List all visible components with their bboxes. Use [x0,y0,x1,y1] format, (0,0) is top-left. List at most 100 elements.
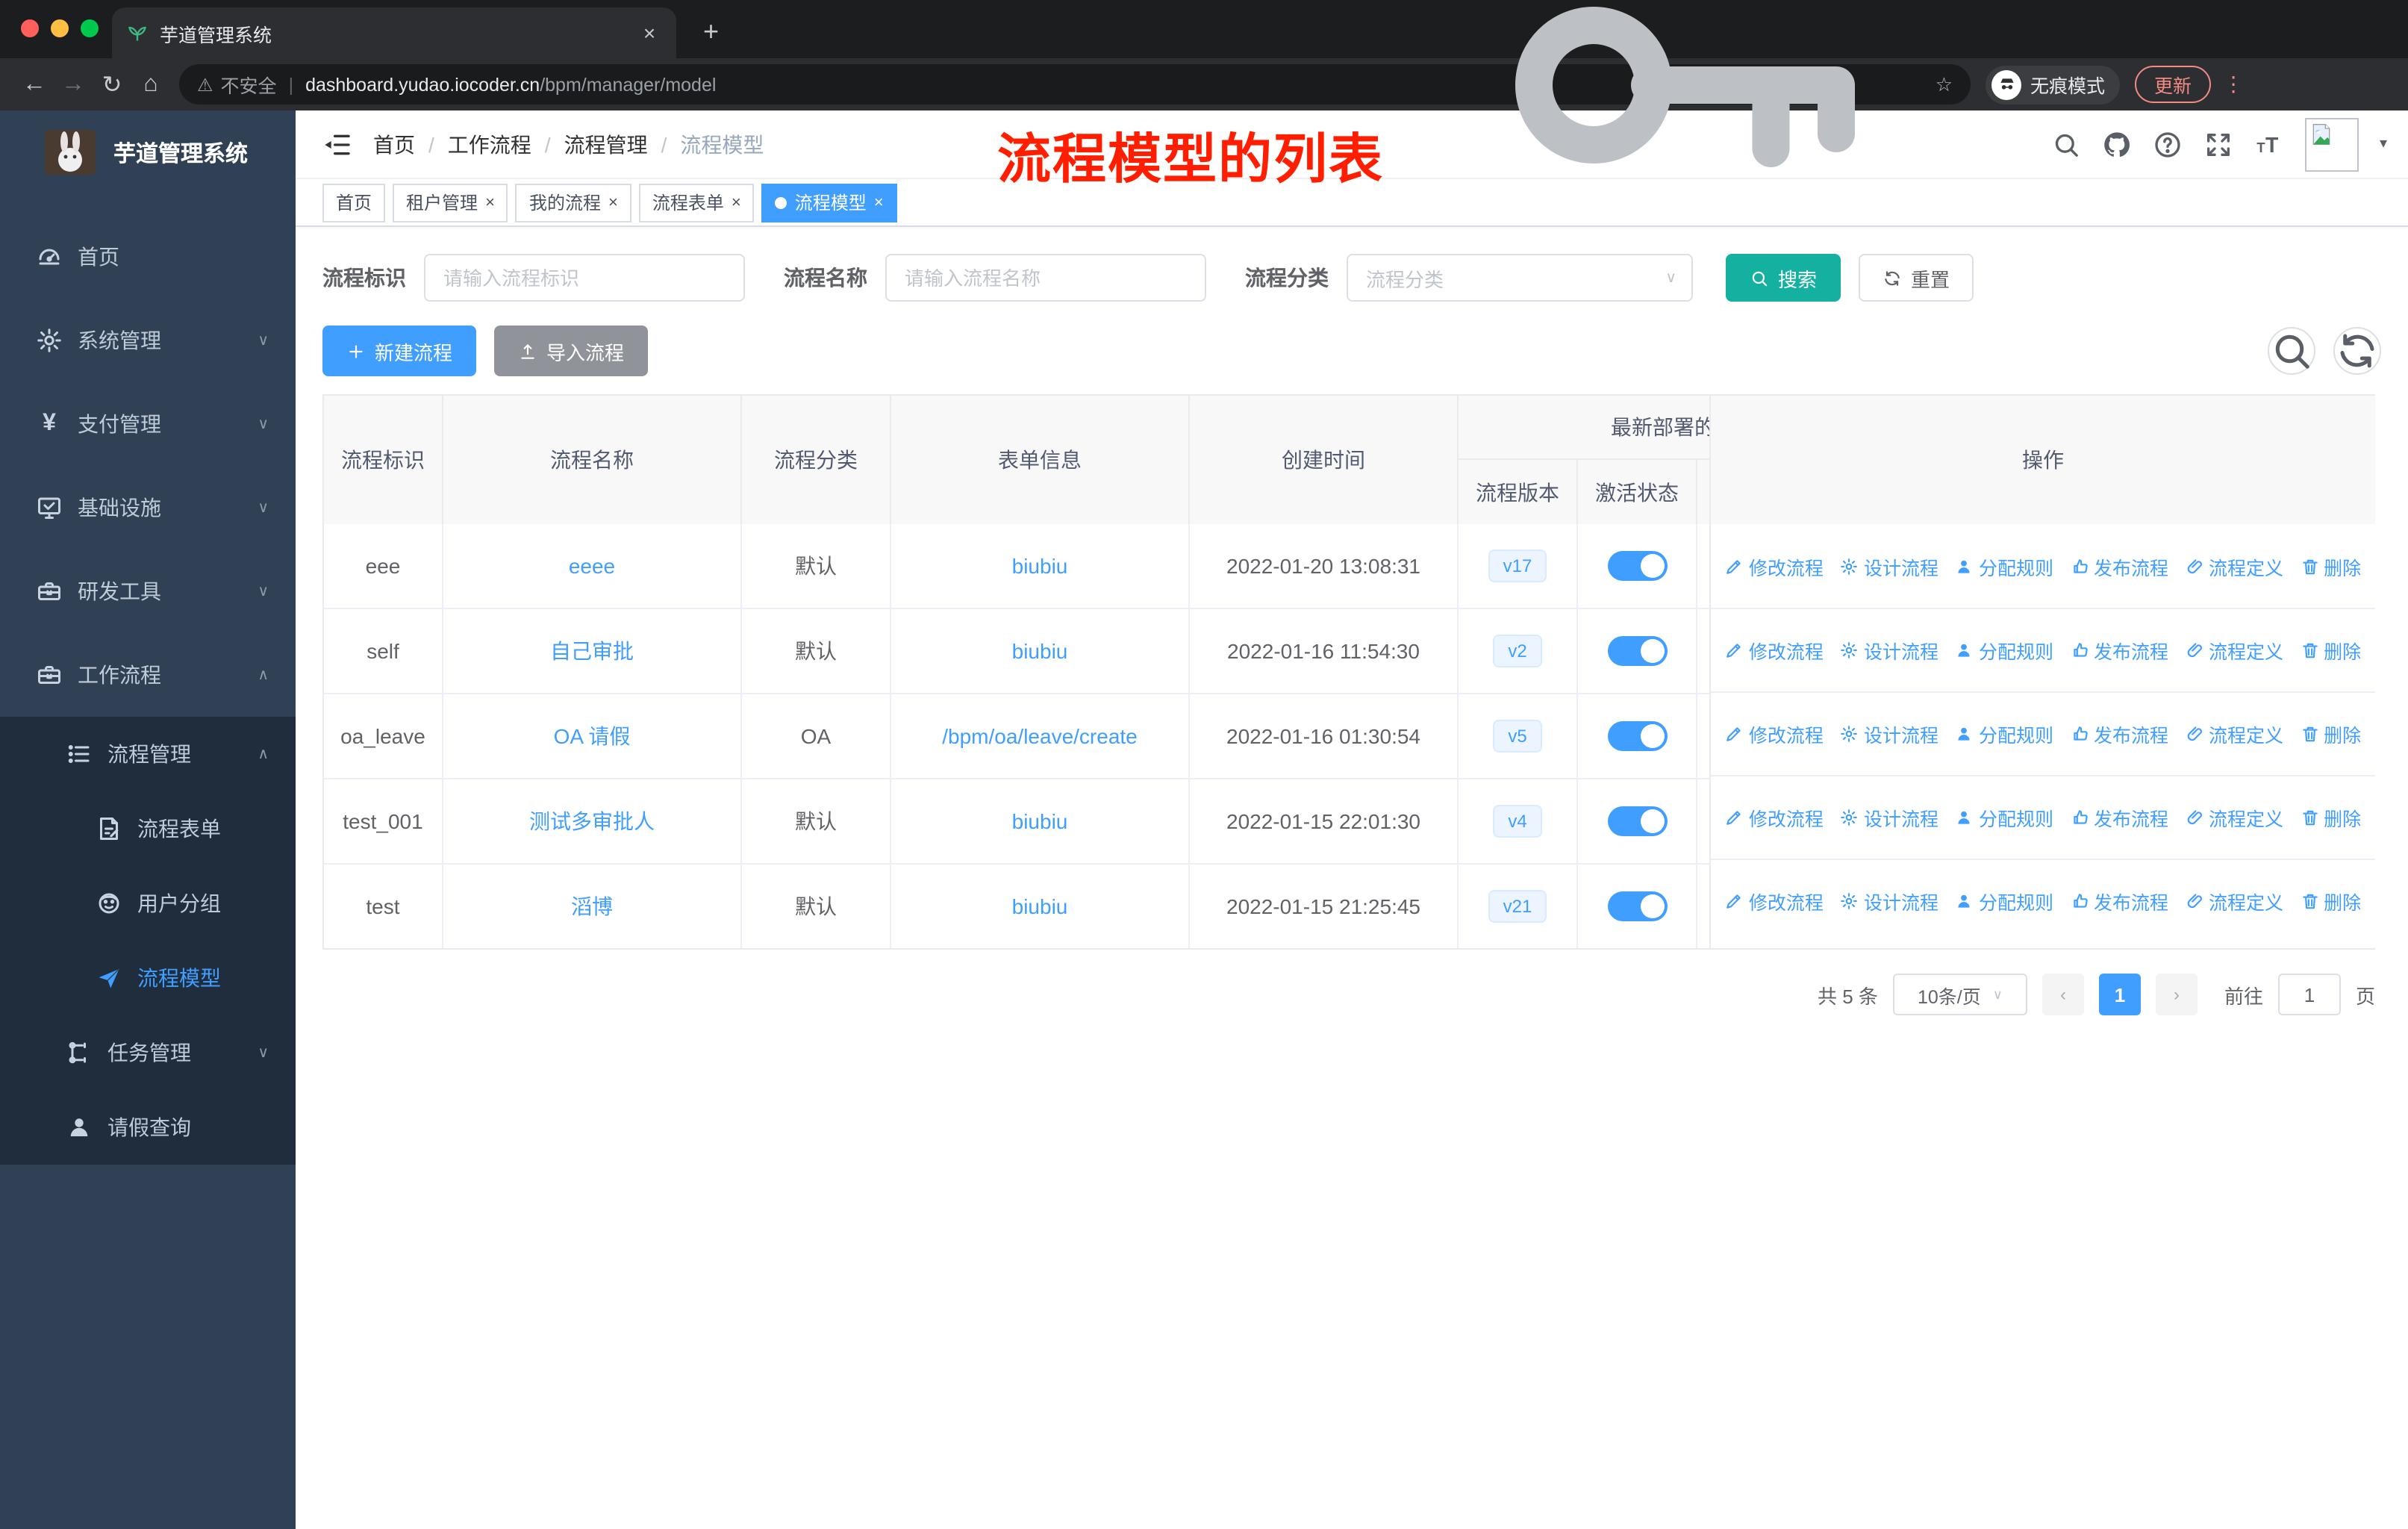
help-icon[interactable] [2153,129,2183,159]
url-bar[interactable]: ⚠ 不安全 | dashboard.yudao.iocoder.cn /bpm/… [179,6,1971,166]
action-修改流程[interactable]: 修改流程 [1725,803,1824,832]
form-info-link[interactable]: biubiu [1012,554,1068,578]
tag-close-icon[interactable]: × [732,193,741,211]
action-分配规则[interactable]: 分配规则 [1955,887,2053,915]
action-发布流程[interactable]: 发布流程 [2070,803,2168,832]
fullscreen-icon[interactable] [2203,129,2233,159]
action-流程定义[interactable]: 流程定义 [2185,803,2283,832]
filter-name-input[interactable] [885,254,1206,302]
action-设计流程[interactable]: 设计流程 [1840,552,1938,580]
github-icon[interactable] [2102,129,2132,159]
action-设计流程[interactable]: 设计流程 [1840,887,1938,915]
action-删除[interactable]: 删除 [2300,636,2361,664]
avatar[interactable] [2304,117,2359,171]
prev-page-button[interactable]: ‹ [2042,974,2084,1015]
filter-id-input[interactable] [424,254,745,302]
action-修改流程[interactable]: 修改流程 [1725,552,1824,580]
reload-icon[interactable]: ↻ [93,69,131,99]
sidebar-item-支付管理[interactable]: ¥ 支付管理 ∨ [0,382,296,466]
action-删除[interactable]: 删除 [2300,803,2361,832]
action-修改流程[interactable]: 修改流程 [1725,720,1824,748]
avatar-caret-icon[interactable]: ▾ [2380,136,2387,152]
create-process-button[interactable]: 新建流程 [322,326,477,376]
active-toggle[interactable] [1607,636,1667,666]
bookmark-star-icon[interactable]: ☆ [1936,72,1953,96]
font-size-icon[interactable]: TT [2254,129,2284,159]
action-发布流程[interactable]: 发布流程 [2070,636,2168,664]
sidebar-item-首页[interactable]: 首页 [0,215,296,299]
minimize-window-button[interactable] [51,19,69,37]
search-icon[interactable] [2051,129,2081,159]
close-window-button[interactable] [21,19,39,37]
sidebar-item-流程表单[interactable]: 流程表单 [0,791,296,866]
breadcrumb-item-home[interactable]: 首页 [373,129,415,159]
home-icon[interactable]: ⌂ [131,71,170,98]
sidebar-item-流程管理[interactable]: 流程管理 ∧ [0,717,296,791]
active-toggle[interactable] [1607,721,1667,751]
form-info-link[interactable]: biubiu [1012,809,1068,833]
view-tag-首页[interactable]: 首页 [322,183,386,222]
form-info-link[interactable]: /bpm/oa/leave/create [942,724,1138,748]
action-流程定义[interactable]: 流程定义 [2185,887,2283,915]
process-name-link[interactable]: 测试多审批人 [529,806,655,836]
action-设计流程[interactable]: 设计流程 [1840,720,1938,748]
tag-close-icon[interactable]: × [874,193,884,211]
view-tag-租户管理[interactable]: 租户管理 × [393,183,508,222]
action-发布流程[interactable]: 发布流程 [2070,552,2168,580]
form-info-link[interactable]: biubiu [1012,894,1068,918]
page-size-select[interactable]: 10条/页 ∨ [1892,974,2027,1015]
action-删除[interactable]: 删除 [2300,552,2361,580]
action-修改流程[interactable]: 修改流程 [1725,636,1824,664]
action-流程定义[interactable]: 流程定义 [2185,720,2283,748]
sidebar-item-基础设施[interactable]: 基础设施 ∨ [0,466,296,549]
sidebar-item-流程模型[interactable]: 流程模型 [0,941,296,1015]
action-发布流程[interactable]: 发布流程 [2070,720,2168,748]
filter-category-select[interactable]: 流程分类 ∨ [1347,254,1693,302]
view-tag-我的流程[interactable]: 我的流程 × [515,183,631,222]
browser-menu-icon[interactable]: ⋮ [2223,72,2244,97]
action-流程定义[interactable]: 流程定义 [2185,552,2283,580]
active-toggle[interactable] [1607,551,1667,581]
toggle-search-button[interactable] [2268,327,2315,375]
tag-close-icon[interactable]: × [485,193,495,211]
current-page-button[interactable]: 1 [2098,974,2141,1015]
sidebar-item-用户分组[interactable]: 用户分组 [0,866,296,941]
search-button[interactable]: 搜索 [1726,254,1841,302]
active-toggle[interactable] [1607,891,1667,921]
sidebar-item-请假查询[interactable]: 请假查询 [0,1090,296,1165]
action-分配规则[interactable]: 分配规则 [1955,720,2053,748]
sidebar-logo-row[interactable]: 芋道管理系统 [0,110,296,194]
forward-icon[interactable]: → [54,71,93,98]
form-info-link[interactable]: biubiu [1012,639,1068,663]
collapse-sidebar-icon[interactable] [322,129,352,159]
sidebar-item-工作流程[interactable]: 工作流程 ∧ [0,633,296,717]
process-name-link[interactable]: OA 请假 [554,721,631,751]
action-分配规则[interactable]: 分配规则 [1955,636,2053,664]
update-button[interactable]: 更新 [2135,66,2212,103]
breadcrumb-item-workflow[interactable]: 工作流程 [448,129,531,159]
process-name-link[interactable]: eeee [569,554,615,578]
goto-page-input[interactable] [2277,974,2341,1015]
action-分配规则[interactable]: 分配规则 [1955,552,2053,580]
action-删除[interactable]: 删除 [2300,887,2361,915]
active-toggle[interactable] [1607,806,1667,836]
view-tag-流程模型[interactable]: 流程模型 × [761,183,897,222]
sidebar-item-任务管理[interactable]: 任务管理 ∨ [0,1015,296,1090]
refresh-table-button[interactable] [2333,327,2381,375]
breadcrumb-item-process-mgmt[interactable]: 流程管理 [564,129,648,159]
next-page-button[interactable]: › [2155,974,2198,1015]
view-tag-流程表单[interactable]: 流程表单 × [638,183,755,222]
sidebar-item-系统管理[interactable]: 系统管理 ∨ [0,299,296,382]
tab-close-icon[interactable]: × [637,21,661,45]
process-name-link[interactable]: 自己审批 [550,636,634,666]
import-process-button[interactable]: 导入流程 [494,326,649,376]
action-删除[interactable]: 删除 [2300,720,2361,748]
action-修改流程[interactable]: 修改流程 [1725,887,1824,915]
action-发布流程[interactable]: 发布流程 [2070,887,2168,915]
action-分配规则[interactable]: 分配规则 [1955,803,2053,832]
action-流程定义[interactable]: 流程定义 [2185,636,2283,664]
reset-button[interactable]: 重置 [1859,254,1974,302]
new-tab-button[interactable]: + [703,16,719,48]
tag-close-icon[interactable]: × [608,193,618,211]
action-设计流程[interactable]: 设计流程 [1840,803,1938,832]
